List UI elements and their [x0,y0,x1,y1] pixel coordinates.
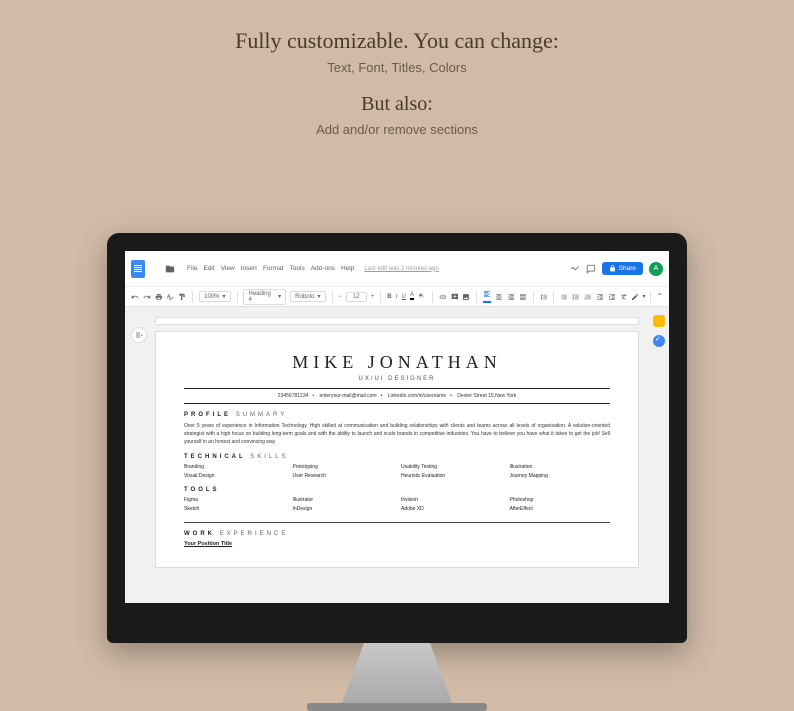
text-color-button[interactable]: A [410,293,414,300]
menu-addons[interactable]: Add-ons [311,265,335,272]
outline-icon [135,331,143,339]
menu-view[interactable]: View [221,265,235,272]
contact-linkedin: Linkedin.com/in/username [388,393,446,399]
clear-format-icon[interactable] [620,293,628,301]
promo-heading-1: Fully customizable. You can change: [0,28,794,54]
side-panel [653,315,665,347]
checklist-icon[interactable] [560,293,568,301]
menu-tools[interactable]: Tools [290,265,305,272]
contact-email: enteryour-mail@mail.com [320,393,377,399]
add-comment-icon[interactable] [451,293,459,301]
zoom-select[interactable]: 100%▾ [199,291,230,302]
align-left-button[interactable] [483,290,491,303]
image-icon[interactable] [462,293,470,301]
font-size-dec[interactable]: − [338,294,342,300]
promo-sub-1: Text, Font, Titles, Colors [0,60,794,75]
menu-bar: File Edit View Insert Format Tools Add-o… [187,265,354,272]
docs-logo-icon[interactable] [131,260,145,278]
align-center-button[interactable] [495,293,503,301]
monitor-stand [342,643,452,703]
monitor-base [307,703,487,711]
align-justify-button[interactable] [519,293,527,301]
contact-row: 23456781234• enteryour-mail@mail.com• Li… [184,393,610,399]
redo-icon[interactable] [143,293,151,301]
ruler[interactable] [155,317,639,325]
bullet-list-icon[interactable] [572,293,580,301]
highlight-icon[interactable] [418,293,426,301]
promo-heading-2: But also: [0,93,794,116]
toolbar: 100%▾ Heading 4▾ Roboto▾ − 12 + B I U A [125,287,669,307]
profile-title: PROFILE SUMMARY [184,412,610,418]
comment-icon[interactable] [586,264,596,274]
menu-format[interactable]: Format [263,265,284,272]
tools-grid: Figma Illustrator Invision Photoshop Ske… [184,497,610,512]
undo-icon[interactable] [131,293,139,301]
line-spacing-icon[interactable] [540,293,548,301]
skills-grid: Branding Prototyping Usability Testing I… [184,464,610,479]
history-icon[interactable] [570,264,580,274]
style-select[interactable]: Heading 4▾ [243,289,286,305]
docs-header: File Edit View Insert Format Tools Add-o… [125,251,669,287]
editor-canvas[interactable]: MIKE JONATHAN UX/UI DESIGNER 23456781234… [125,307,669,603]
avatar[interactable]: A [649,262,663,276]
monitor-bezel: File Edit View Insert Format Tools Add-o… [107,233,687,643]
font-select[interactable]: Roboto▾ [290,291,325,302]
font-size-input[interactable]: 12 [346,292,367,302]
tools-title: TOOLS [184,487,610,493]
share-label: Share [619,265,636,272]
link-icon[interactable] [439,293,447,301]
document-page[interactable]: MIKE JONATHAN UX/UI DESIGNER 23456781234… [155,331,639,568]
font-size-inc[interactable]: + [371,294,375,300]
underline-button[interactable]: U [402,294,406,300]
promo-text-block: Fully customizable. You can change: Text… [0,0,794,137]
screen: File Edit View Insert Format Tools Add-o… [125,251,669,603]
outline-toggle-button[interactable] [131,327,147,343]
menu-file[interactable]: File [187,265,197,272]
skills-title: TECHNICAL SKILLS [184,454,610,460]
profile-summary: Over 5 years of experience in Informatio… [184,422,610,446]
italic-button[interactable]: I [396,294,398,300]
contact-address: Dexter Street 15,New York [457,393,516,399]
keep-icon[interactable] [653,315,665,327]
bold-button[interactable]: B [387,294,391,300]
monitor-frame: File Edit View Insert Format Tools Add-o… [107,233,687,711]
menu-edit[interactable]: Edit [203,265,214,272]
editing-mode-icon[interactable] [631,293,639,301]
numbered-list-icon[interactable] [584,293,592,301]
expand-icon[interactable]: ⌃ [656,292,663,301]
tasks-icon[interactable] [653,335,665,347]
resume-role: UX/UI DESIGNER [184,376,610,382]
paint-format-icon[interactable] [178,293,186,301]
spellcheck-icon[interactable] [166,293,174,301]
last-edit-text[interactable]: Last edit was 2 minutes ago [364,266,438,272]
indent-icon[interactable] [608,293,616,301]
work-title: WORK EXPERIENCE [184,531,610,537]
menu-insert[interactable]: Insert [241,265,257,272]
promo-sub-2: Add and/or remove sections [0,122,794,137]
position-title: Your Position Title [184,541,610,547]
lock-icon [609,265,616,272]
contact-phone: 23456781234 [278,393,309,399]
resume-name: MIKE JONATHAN [184,352,610,373]
outdent-icon[interactable] [596,293,604,301]
align-right-button[interactable] [507,293,515,301]
menu-help[interactable]: Help [341,265,354,272]
share-button[interactable]: Share [602,262,643,275]
print-icon[interactable] [155,293,163,301]
folder-icon[interactable] [165,264,175,274]
